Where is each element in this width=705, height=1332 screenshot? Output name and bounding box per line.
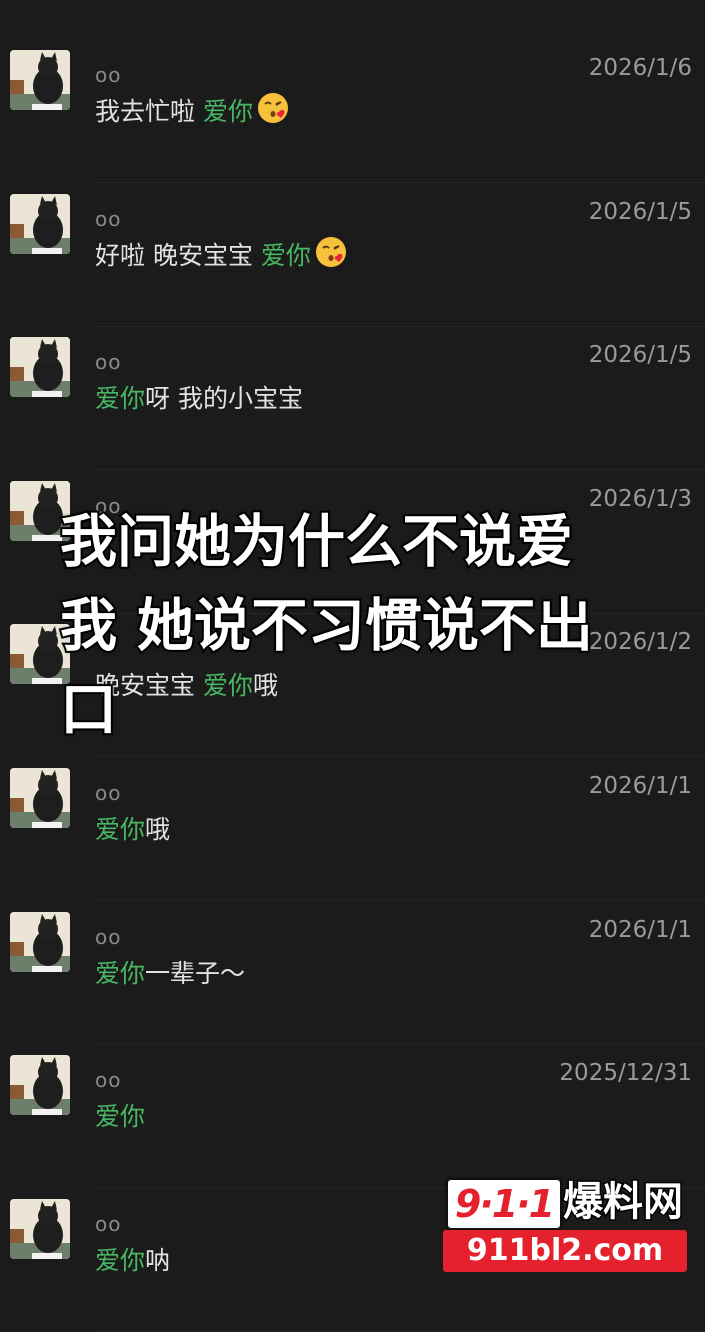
avatar: [10, 193, 70, 254]
message-date: 2026/1/1: [588, 916, 692, 943]
message-text: 哦: [145, 815, 171, 844]
message-preview: 好啦 晚安宝宝 爱你: [95, 236, 347, 274]
highlight-text: 爱你: [202, 97, 253, 126]
contact-name: oo: [95, 924, 122, 949]
message-preview: 爱你一辈子～: [95, 954, 245, 990]
kiss-emoji-icon: [315, 236, 347, 274]
message-preview: 爱你呀 我的小宝宝: [95, 379, 303, 415]
watermark-box: 9·1·1: [445, 1177, 563, 1231]
watermark-name: 爆料网: [562, 1178, 685, 1227]
avatar: [10, 50, 70, 110]
contact-name: oo: [95, 781, 122, 805]
avatar: [10, 1055, 70, 1116]
highlight-text: 爱你: [95, 1245, 146, 1275]
avatar: [10, 911, 70, 972]
highlight-text: 爱你: [95, 958, 146, 988]
chat-row[interactable]: oo 2026/1/1 爱你哦: [0, 758, 705, 901]
message-date: 2026/1/5: [588, 198, 692, 225]
chat-row[interactable]: oo 2026/1/6 我去忙啦 爱你: [0, 40, 705, 183]
caption-line-1: 我问她为什么不说爱: [58, 507, 575, 577]
contact-name: oo: [95, 350, 122, 375]
message-date: 2026/1/5: [588, 342, 692, 369]
avatar: [10, 1198, 70, 1259]
avatar: [10, 768, 70, 828]
highlight-text: 爱你: [95, 384, 146, 414]
kiss-emoji-icon: [257, 92, 289, 130]
message-preview: 爱你呐: [95, 1241, 170, 1277]
chat-row[interactable]: oo 2026/1/1 爱你一辈子～: [0, 902, 705, 1045]
contact-name: oo: [95, 63, 122, 87]
message-text: 呀 我的小宝宝: [145, 384, 303, 414]
message-text: 我去忙啦: [95, 97, 203, 126]
message-preview: 爱你哦: [95, 810, 170, 846]
message-preview: 我去忙啦 爱你: [95, 92, 289, 130]
avatar: [10, 337, 70, 398]
contact-name: oo: [95, 1068, 122, 1093]
message-text: 好啦 晚安宝宝: [95, 240, 261, 270]
watermark-url: 911bl2.com: [443, 1230, 687, 1272]
message-date: 2026/1/6: [588, 55, 692, 81]
overlay-caption: 我问她为什么不说爱 我 她说不习惯说不出 口: [58, 500, 660, 752]
message-text: 呐: [145, 1245, 171, 1275]
message-preview: 爱你: [95, 1097, 145, 1133]
chat-row[interactable]: oo 2026/1/5 爱你呀 我的小宝宝: [0, 327, 705, 471]
message-text: 一辈子～: [145, 958, 246, 988]
caption-line-3: 口: [58, 675, 119, 745]
message-date: 2026/1/1: [588, 773, 692, 799]
caption-line-2: 我 她说不习惯说不出: [58, 591, 595, 661]
highlight-text: 爱你: [95, 815, 146, 844]
contact-name: oo: [95, 206, 122, 231]
chat-row[interactable]: oo 2025/12/31 爱你: [0, 1045, 705, 1189]
watermark-logo: 9·1·1 爆料网: [445, 1175, 693, 1231]
highlight-text: 爱你: [95, 1102, 146, 1132]
message-date: 2025/12/31: [559, 1060, 692, 1087]
highlight-text: 爱你: [260, 240, 311, 270]
contact-name: oo: [95, 1211, 122, 1236]
chat-row[interactable]: oo 2026/1/5 好啦 晚安宝宝 爱你: [0, 184, 705, 327]
